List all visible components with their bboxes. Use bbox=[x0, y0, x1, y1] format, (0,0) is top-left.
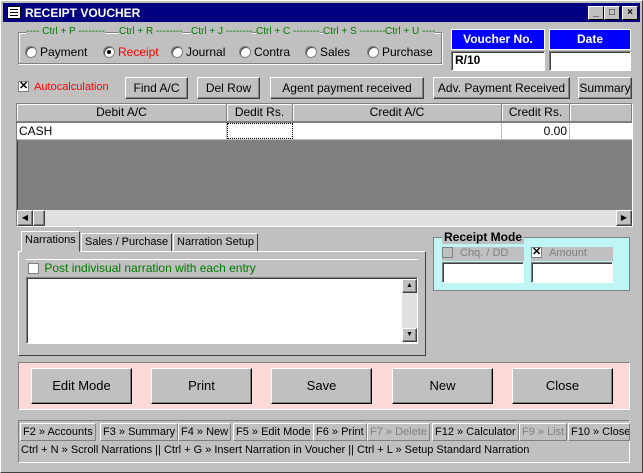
table-row[interactable]: CASH 0.00 bbox=[17, 123, 632, 140]
radio-payment[interactable]: Payment bbox=[25, 45, 87, 59]
grid-horizontal-scrollbar[interactable]: ◀ ▶ bbox=[17, 210, 632, 226]
shortcut-contra: Ctrl + C -------- bbox=[256, 26, 320, 37]
find-ac-button[interactable]: Find A/C bbox=[125, 77, 188, 99]
col-header-credit-rs[interactable]: Credit Rs. bbox=[502, 104, 570, 122]
new-button[interactable]: New bbox=[392, 368, 493, 404]
narrations-panel: Post indivisual narration with each entr… bbox=[18, 251, 426, 356]
adv-payment-button[interactable]: Adv. Payment Received bbox=[433, 77, 570, 99]
entries-grid[interactable]: Debit A/C Dedit Rs. Credit A/C Credit Rs… bbox=[16, 103, 633, 227]
grid-header: Debit A/C Dedit Rs. Credit A/C Credit Rs… bbox=[17, 104, 632, 122]
fkey-close[interactable]: F10 » Close bbox=[568, 423, 630, 441]
radio-circle bbox=[239, 46, 251, 58]
receipt-voucher-window: RECEIPT VOUCHER _ □ × ---- Ctrl + P ----… bbox=[0, 0, 643, 473]
shortcut-sales: Ctrl + S -------- bbox=[323, 26, 387, 37]
scroll-right-icon[interactable]: ▶ bbox=[616, 210, 632, 226]
post-narration-checkbox[interactable] bbox=[28, 263, 39, 274]
col-header-credit-ac[interactable]: Credit A/C bbox=[293, 104, 502, 122]
radio-contra[interactable]: Contra bbox=[239, 45, 290, 59]
scroll-up-icon[interactable]: ▲ bbox=[402, 279, 417, 293]
status-hint: Ctrl + N » Scroll Narrations || Ctrl + G… bbox=[21, 444, 530, 456]
tab-narration-setup[interactable]: Narration Setup bbox=[173, 233, 259, 252]
narration-textarea[interactable] bbox=[26, 277, 418, 344]
cell-credit-ac[interactable] bbox=[293, 123, 502, 139]
chq-dd-checkbox[interactable]: Chq. / DD bbox=[442, 247, 524, 261]
minimize-icon: _ bbox=[593, 7, 599, 18]
tab-narrations[interactable]: Narrations bbox=[21, 231, 80, 252]
del-row-button[interactable]: Del Row bbox=[197, 77, 260, 99]
post-narration-label: Post indivisual narration with each entr… bbox=[44, 261, 256, 275]
close-icon: × bbox=[627, 7, 633, 18]
col-header-debit-ac[interactable]: Debit A/C bbox=[17, 104, 227, 122]
shortcut-receipt: Ctrl + R -------- bbox=[119, 26, 183, 37]
tab-sales-purchase[interactable]: Sales / Purchase bbox=[81, 233, 173, 252]
voucher-no-field[interactable]: R/10 bbox=[451, 51, 545, 71]
radio-purchase[interactable]: Purchase bbox=[367, 45, 433, 59]
title-bar[interactable]: RECEIPT VOUCHER _ □ × bbox=[3, 3, 640, 22]
cell-debit-ac[interactable]: CASH bbox=[17, 123, 227, 139]
fkey-list: F9 » List bbox=[519, 423, 568, 441]
shortcut-payment: ---- Ctrl + P -------- bbox=[26, 26, 105, 37]
scroll-left-icon[interactable]: ◀ bbox=[17, 210, 33, 226]
fkey-print[interactable]: F6 » Print bbox=[313, 423, 367, 441]
receipt-mode-title: Receipt Mode bbox=[442, 230, 525, 244]
date-label: Date bbox=[549, 29, 631, 50]
receipt-mode-panel: Receipt Mode Chq. / DD Amount bbox=[433, 230, 630, 291]
save-button[interactable]: Save bbox=[271, 368, 372, 404]
narration-scrollbar[interactable]: ▲ ▼ bbox=[402, 279, 417, 342]
agent-payment-button[interactable]: Agent payment received bbox=[270, 77, 424, 99]
fkey-delete: F7 » Delete bbox=[367, 423, 430, 441]
shortcut-journal: Ctrl + J -------- bbox=[191, 26, 253, 37]
print-button[interactable]: Print bbox=[151, 368, 252, 404]
amount-checkbox[interactable]: Amount bbox=[531, 245, 613, 261]
maximize-button[interactable]: □ bbox=[604, 6, 620, 20]
radio-circle bbox=[367, 46, 379, 58]
radio-receipt[interactable]: Receipt bbox=[103, 45, 159, 59]
maximize-icon: □ bbox=[608, 7, 616, 18]
summary-button[interactable]: Summary bbox=[578, 77, 632, 99]
radio-circle bbox=[25, 46, 37, 58]
fkey-new[interactable]: F4 » New bbox=[178, 423, 232, 441]
scroll-down-icon[interactable]: ▼ bbox=[402, 328, 417, 342]
chq-dd-field[interactable] bbox=[442, 262, 524, 283]
window-title: RECEIPT VOUCHER bbox=[25, 6, 141, 20]
col-header-empty bbox=[570, 104, 632, 122]
autocalc-checkbox[interactable]: Autocalculation bbox=[18, 79, 109, 93]
fkey-summary[interactable]: F3 » Summary bbox=[100, 423, 179, 441]
cell-credit-rs[interactable]: 0.00 bbox=[502, 123, 570, 139]
cell-debit-rs[interactable] bbox=[227, 123, 293, 139]
voucher-no-label: Voucher No. bbox=[451, 29, 545, 50]
fkey-calculator[interactable]: F12 » Calculator bbox=[432, 423, 519, 441]
col-header-debit-rs[interactable]: Dedit Rs. bbox=[227, 104, 293, 122]
edit-mode-button[interactable]: Edit Mode bbox=[31, 368, 132, 404]
fkey-edit-mode[interactable]: F5 » Edit Mode bbox=[233, 423, 314, 441]
close-window-button[interactable]: × bbox=[622, 6, 638, 20]
amount-field[interactable] bbox=[531, 262, 613, 283]
close-button[interactable]: Close bbox=[512, 368, 613, 404]
fkey-accounts[interactable]: F2 » Accounts bbox=[20, 423, 96, 441]
autocalc-check-icon bbox=[18, 79, 29, 92]
autocalc-label: Autocalculation bbox=[34, 81, 109, 93]
chq-dd-check-icon bbox=[442, 247, 453, 258]
radio-circle bbox=[171, 46, 183, 58]
radio-journal[interactable]: Journal bbox=[171, 45, 225, 59]
minimize-button[interactable]: _ bbox=[588, 6, 604, 20]
radio-circle-selected bbox=[103, 46, 115, 58]
radio-circle bbox=[305, 46, 317, 58]
radio-sales[interactable]: Sales bbox=[305, 45, 350, 59]
amount-check-icon bbox=[531, 245, 542, 258]
app-icon bbox=[7, 6, 21, 19]
shortcut-purchase: Ctrl + U ---- bbox=[385, 26, 436, 37]
scroll-thumb[interactable] bbox=[33, 210, 45, 226]
post-narration-row[interactable]: Post indivisual narration with each entr… bbox=[26, 259, 418, 277]
date-field[interactable] bbox=[549, 51, 631, 71]
